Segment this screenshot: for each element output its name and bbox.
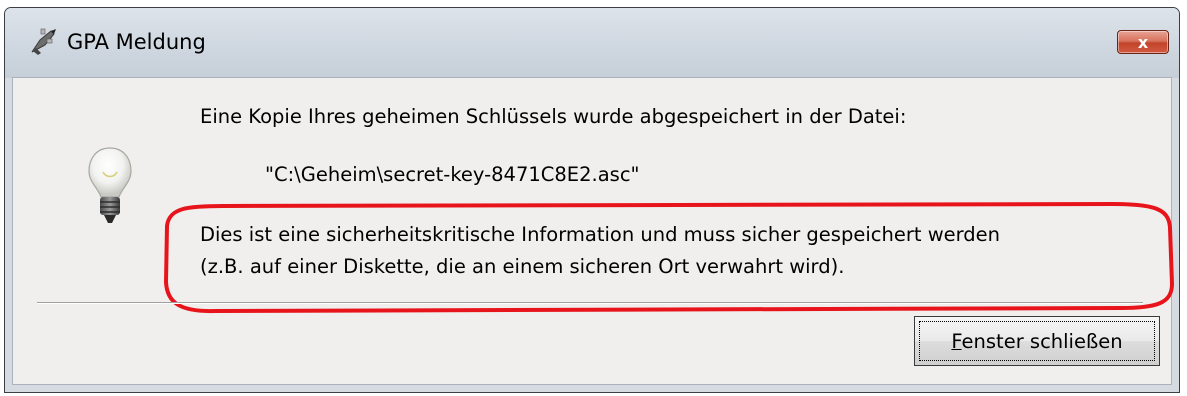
mnemonic-letter: F [951, 329, 962, 353]
gpa-message-dialog: GPA Meldung x Eine Kopie Ihres geheimen … [4, 7, 1180, 393]
title-bar[interactable]: GPA Meldung x [5, 8, 1179, 78]
window-title: GPA Meldung [67, 30, 206, 54]
security-note-line2: (z.B. auf einer Diskette, die an einem s… [200, 255, 845, 278]
file-path: "C:\Geheim\secret-key-8471C8E2.asc" [265, 163, 640, 186]
close-window-button[interactable]: Fenster schließen [914, 316, 1160, 366]
security-note-line1: Dies ist eine sicherheitskritische Infor… [200, 223, 1001, 246]
close-window-x-button[interactable]: x [1117, 30, 1169, 54]
gpa-app-icon [31, 28, 56, 55]
close-icon: x [1137, 32, 1149, 52]
lightbulb-icon [88, 147, 132, 223]
message-line: Eine Kopie Ihres geheimen Schlüssels wur… [200, 105, 907, 128]
dialog-content: Eine Kopie Ihres geheimen Schlüssels wur… [13, 78, 1175, 384]
separator [37, 302, 1143, 304]
close-window-label-rest: enster schließen [961, 329, 1123, 353]
close-window-button-label: Fenster schließen [951, 330, 1122, 353]
